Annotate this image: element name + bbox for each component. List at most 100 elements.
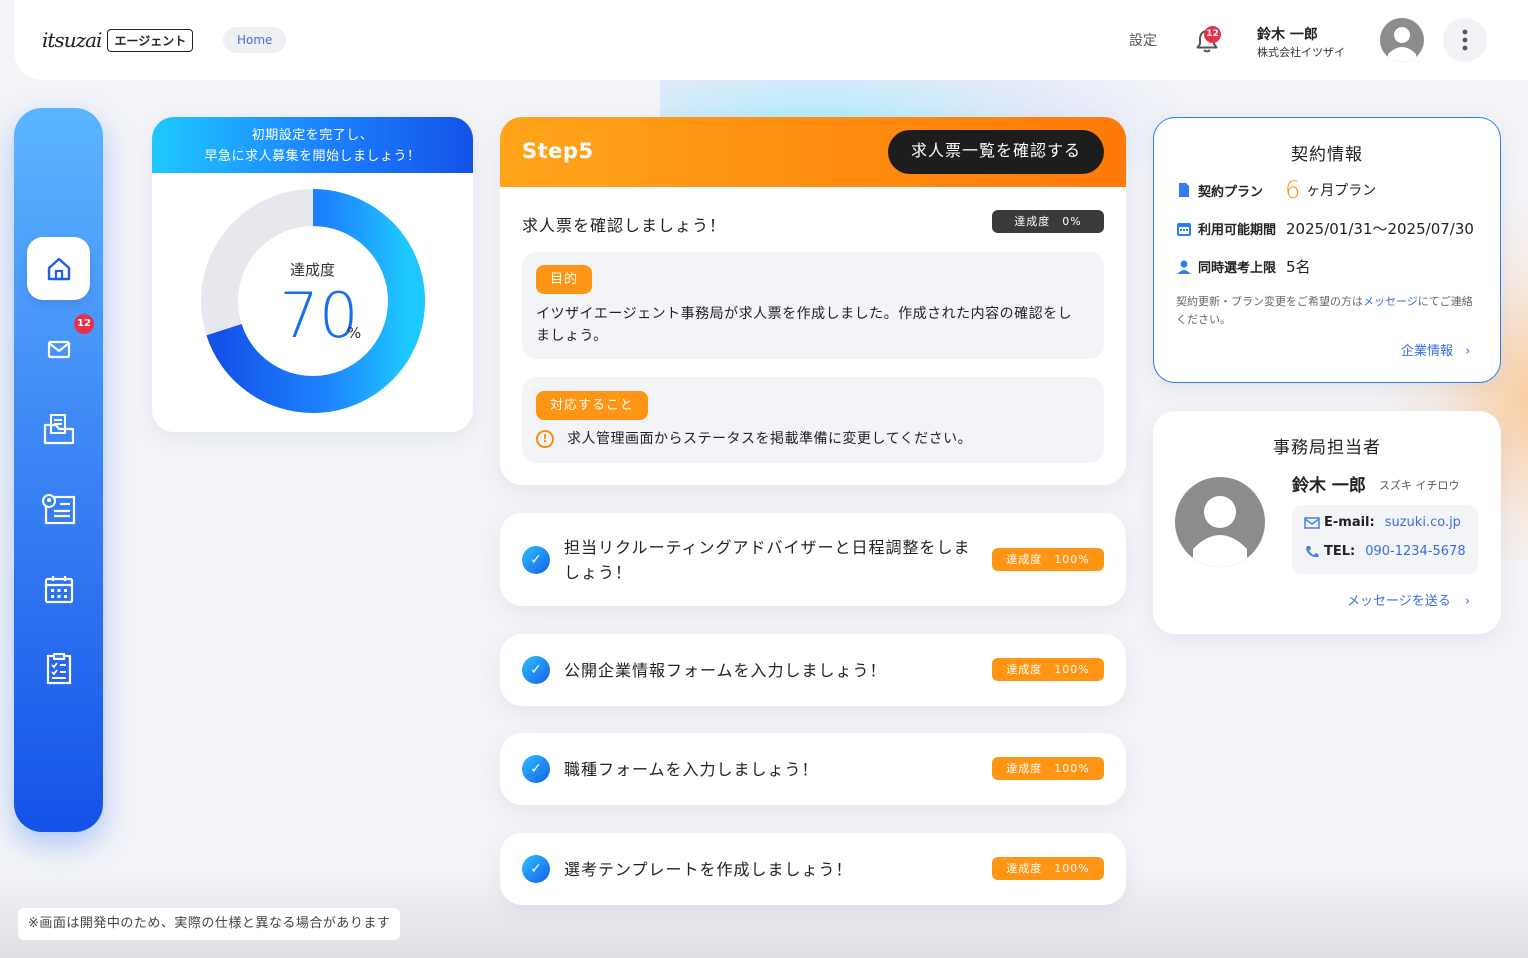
- calendar-icon: [1177, 222, 1191, 236]
- view-job-list-button[interactable]: 求人票一覧を確認する: [888, 130, 1104, 174]
- task-rate-badge: 達成度 100%: [992, 548, 1104, 571]
- task-card[interactable]: ✓ 公開企業情報フォームを入力しましょう！ 達成度 100%: [500, 634, 1126, 706]
- sidebar-item-tasks[interactable]: [27, 637, 90, 700]
- step-header: Step5 求人票一覧を確認する: [500, 117, 1126, 187]
- company-info-label: 企業情報: [1401, 344, 1454, 359]
- sidebar-item-candidates[interactable]: [27, 477, 90, 540]
- plan-label: 契約プラン: [1198, 184, 1264, 200]
- logo-box-text: エージェント: [107, 28, 194, 52]
- task-card[interactable]: ✓ 担当リクルーティングアドバイザーと日程調整をしましょう！ 達成度 100%: [500, 513, 1126, 606]
- contract-message-link[interactable]: メッセージ: [1363, 295, 1418, 308]
- step-question: 求人票を確認しましょう！: [522, 216, 727, 235]
- contract-limit-row: 同時選考上限 5名: [1176, 256, 1311, 277]
- task-text: 担当リクルーティングアドバイザーと日程調整をしましょう！: [564, 538, 971, 582]
- period-label: 利用可能期間: [1198, 223, 1277, 238]
- logo-script: itsuzai: [42, 28, 102, 52]
- mail-icon: [47, 340, 70, 358]
- checklist-icon: [46, 652, 71, 684]
- person-icon: [1193, 496, 1247, 567]
- contract-card: 契約情報 契約プラン 6 ヶ月プラン 利用可能期間 2025/01/31〜202…: [1153, 117, 1501, 383]
- notification-badge: 12: [1204, 26, 1221, 43]
- purpose-text: イツザイエージェント事務局が求人票を作成しました。作成された内容の確認をしましょ…: [536, 306, 1073, 344]
- task-rate-badge: 達成度 100%: [992, 857, 1104, 880]
- user-company: 株式会社イツザイ: [1257, 46, 1345, 59]
- check-icon: ✓: [522, 656, 550, 684]
- user-name: 鈴木 一郎: [1257, 27, 1318, 43]
- user-avatar[interactable]: [1380, 18, 1424, 62]
- task-text: 選考テンプレートを作成しましょう！: [564, 860, 853, 879]
- limit-value: 5名: [1286, 258, 1311, 276]
- step-rate-badge: 達成度 0%: [992, 210, 1104, 233]
- phone-icon: [1306, 545, 1319, 557]
- progress-heading-line1: 初期設定を完了し、: [251, 128, 374, 143]
- progress-heading-line2: 早急に求人募集を開始しましょう！: [204, 149, 421, 164]
- chevron-right-icon: ›: [1465, 344, 1471, 359]
- sidebar-item-calendar[interactable]: [27, 557, 90, 620]
- chevron-right-icon: ›: [1464, 594, 1471, 609]
- task-rate-badge: 達成度 100%: [992, 757, 1104, 780]
- document-icon: [1179, 183, 1189, 197]
- person-icon: [1177, 260, 1191, 274]
- person-icon: [1388, 27, 1416, 62]
- staff-kana: スズキ イチロウ: [1379, 479, 1460, 492]
- task-card[interactable]: ✓ 選考テンプレートを作成しましょう！ 達成度 100%: [500, 833, 1126, 905]
- contract-note: 契約更新・プラン変更をご希望の方はメッセージにてご連絡ください。: [1176, 293, 1482, 329]
- task-text: 公開企業情報フォームを入力しましょう！: [564, 661, 887, 680]
- contract-period-row: 利用可能期間 2025/01/31〜2025/07/30: [1176, 218, 1474, 239]
- check-icon: ✓: [522, 855, 550, 883]
- period-value: 2025/01/31〜2025/07/30: [1286, 220, 1474, 238]
- todo-panel: 対応すること ! 求人管理画面からステータスを掲載準備に変更してください。: [522, 377, 1104, 463]
- home-icon: [47, 257, 70, 280]
- breadcrumb-home[interactable]: Home: [223, 27, 287, 53]
- task-text: 職種フォームを入力しましょう！: [564, 760, 819, 779]
- contract-plan-row: 契約プラン 6 ヶ月プラン: [1176, 176, 1376, 204]
- folder-icon: [43, 413, 74, 444]
- progress-label: 達成度: [289, 261, 335, 279]
- company-info-link[interactable]: 企業情報 ›: [1401, 340, 1470, 359]
- staff-tel-row: TEL: 090-1234-5678: [1304, 544, 1466, 559]
- progress-card: 初期設定を完了し、 早急に求人募集を開始しましょう！ 達成度 70 %: [152, 117, 473, 432]
- todo-tag: 対応すること: [536, 391, 649, 420]
- staff-title: 事務局担当者: [1273, 438, 1381, 458]
- step-title: Step5: [522, 139, 594, 163]
- task-card[interactable]: ✓ 職種フォームを入力しましょう！ 達成度 100%: [500, 733, 1126, 805]
- todo-text: 求人管理画面からステータスを掲載準備に変更してください。: [567, 431, 973, 447]
- check-icon: ✓: [522, 755, 550, 783]
- development-footnote: ※画面は開発中のため、実際の仕様と異なる場合があります: [18, 908, 401, 940]
- sidebar-item-documents[interactable]: [27, 397, 90, 460]
- progress-unit: %: [347, 324, 362, 342]
- purpose-panel: 目的 イツザイエージェント事務局が求人票を作成しました。作成された内容の確認をし…: [522, 252, 1104, 359]
- sidebar-nav: [14, 108, 103, 832]
- contract-note-prefix: 契約更新・プラン変更をご希望の方は: [1176, 295, 1363, 308]
- plan-number: 6: [1285, 176, 1301, 204]
- check-icon: ✓: [522, 546, 550, 574]
- staff-contact-box: E-mail: suzuki.co.jp TEL: 090-1234-5678: [1292, 505, 1478, 574]
- tel-label: TEL:: [1324, 544, 1356, 559]
- email-label: E-mail:: [1324, 515, 1375, 530]
- contract-title: 契約情報: [1291, 145, 1363, 165]
- tel-value[interactable]: 090-1234-5678: [1365, 544, 1465, 559]
- settings-link[interactable]: 設定: [1129, 30, 1157, 50]
- send-message-label: メッセージを送る: [1347, 594, 1451, 609]
- purpose-tag: 目的: [536, 265, 593, 294]
- warning-icon: !: [536, 430, 554, 448]
- mail-icon: [1304, 516, 1320, 529]
- app-logo[interactable]: itsuzai エージェント: [42, 16, 194, 64]
- step-card: Step5 求人票一覧を確認する 求人票を確認しましょう！ 達成度 0% 目的 …: [500, 117, 1126, 485]
- vertical-dots-icon: [1462, 29, 1468, 51]
- staff-avatar: [1175, 477, 1265, 567]
- task-rate-badge: 達成度 100%: [992, 658, 1104, 681]
- messages-badge: 12: [74, 314, 94, 334]
- more-menu-button[interactable]: [1443, 18, 1487, 62]
- progress-heading: 初期設定を完了し、 早急に求人募集を開始しましょう！: [152, 117, 473, 173]
- limit-label: 同時選考上限: [1198, 261, 1277, 276]
- plan-unit: ヶ月プラン: [1306, 183, 1377, 199]
- sidebar-item-home[interactable]: [27, 237, 90, 300]
- staff-name: 鈴木 一郎: [1292, 476, 1366, 496]
- staff-email-row: E-mail: suzuki.co.jp: [1304, 515, 1461, 530]
- calendar-icon: [44, 575, 73, 603]
- email-value[interactable]: suzuki.co.jp: [1385, 515, 1461, 530]
- send-message-link[interactable]: メッセージを送る ›: [1347, 590, 1470, 609]
- profile-card-icon: [41, 493, 75, 524]
- staff-card: 事務局担当者 鈴木 一郎 スズキ イチロウ E-mail: suzuki.co.…: [1153, 411, 1501, 634]
